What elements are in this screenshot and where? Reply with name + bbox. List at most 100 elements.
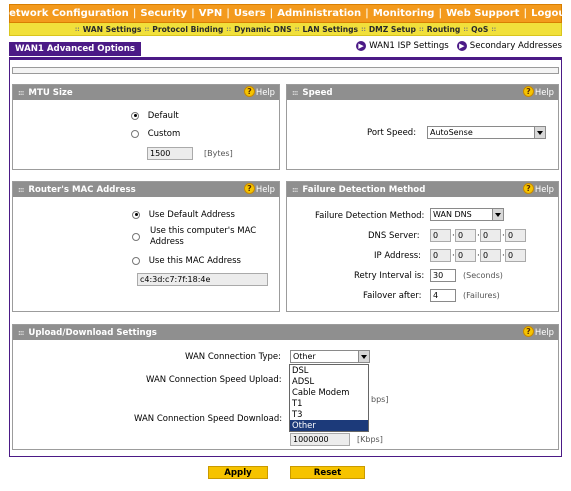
help-icon: ? <box>243 183 255 194</box>
grip-icon: ::: <box>292 185 298 194</box>
subnav-protocol-binding[interactable]: Protocol Binding <box>152 25 223 34</box>
wan1-isp-settings-label: WAN1 ISP Settings <box>369 41 449 51</box>
dropdown-option-adsl[interactable]: ADSL <box>290 376 368 387</box>
help-icon: ? <box>522 86 534 97</box>
nav-network-configuration[interactable]: Network Configuration <box>1 8 129 19</box>
upload-speed-label: WAN Connection Speed Upload: <box>146 375 282 385</box>
failure-panel-title: Failure Detection Method <box>302 184 426 195</box>
page-title: WAN1 Advanced Options <box>9 42 141 56</box>
subnav-wan-settings[interactable]: WAN Settings <box>83 25 142 34</box>
nav-administration[interactable]: Administration <box>277 8 361 19</box>
help-link[interactable]: ? Help <box>522 326 554 337</box>
conn-type-select[interactable]: Other <box>290 350 370 363</box>
dropdown-option-cable-modem[interactable]: Cable Modem <box>290 387 368 398</box>
subnav-dynamic-dns[interactable]: Dynamic DNS <box>234 25 292 34</box>
dropdown-option-t1[interactable]: T1 <box>290 398 368 409</box>
mac-computer-option[interactable] <box>132 227 140 241</box>
arrow-right-icon: ▶ <box>456 41 467 51</box>
panel-header: ::: Router's MAC Address ? Help <box>13 182 279 197</box>
dns-octet-4[interactable]: 0 <box>505 229 526 242</box>
ip-octet-1[interactable]: 0 <box>430 249 451 262</box>
help-link[interactable]: ? Help <box>522 86 554 97</box>
chevron-down-icon <box>492 209 503 220</box>
panel-header: ::: Speed ? Help <box>287 85 558 100</box>
radio-button[interactable] <box>131 129 139 138</box>
help-icon: ? <box>522 183 534 194</box>
panel-header: ::: Upload/Download Settings ? Help <box>13 325 558 340</box>
updown-panel-title: Upload/Download Settings <box>28 327 157 338</box>
speed-panel: ::: Speed ? Help Port Speed: AutoSense <box>286 84 559 170</box>
retry-interval-label: Retry Interval is: <box>354 271 425 281</box>
download-speed-input[interactable]: 1000000 <box>290 433 350 446</box>
radio-button[interactable] <box>132 233 140 241</box>
mac-address-input[interactable]: c4:3d:c7:7f:18:4e <box>137 273 268 286</box>
mtu-value-input[interactable]: 1500 <box>147 147 193 160</box>
secondary-addresses-label: Secondary Addresses <box>469 41 562 51</box>
help-icon: ? <box>243 86 255 97</box>
retry-unit-label: (Seconds) <box>463 271 503 280</box>
help-link[interactable]: ? Help <box>522 183 554 194</box>
secondary-addresses-link[interactable]: ▶ Secondary Addresses <box>456 41 562 51</box>
subnav-lan-settings[interactable]: LAN Settings <box>303 25 359 34</box>
chevron-down-icon <box>358 351 369 362</box>
mtu-unit-label: [Bytes] <box>204 149 233 158</box>
mac-custom-option[interactable]: Use this MAC Address <box>132 256 241 266</box>
radio-button[interactable] <box>132 210 140 219</box>
help-link[interactable]: ? Help <box>243 86 275 97</box>
subnav-dmz-setup[interactable]: DMZ Setup <box>369 25 416 34</box>
help-link[interactable]: ? Help <box>243 183 275 194</box>
port-speed-label: Port Speed: <box>367 128 417 138</box>
nav-web-support[interactable]: Web Support <box>446 8 519 19</box>
nav-security[interactable]: Security <box>140 8 187 19</box>
grip-icon: ::: <box>18 185 24 194</box>
failover-input[interactable]: 4 <box>430 289 456 302</box>
mtu-default-option[interactable]: Default <box>131 111 179 121</box>
help-icon: ? <box>522 326 534 337</box>
dropdown-option-t3[interactable]: T3 <box>290 409 368 420</box>
download-speed-label: WAN Connection Speed Download: <box>134 414 283 424</box>
mac-computer-label: Use this computer's MAC Address <box>150 226 257 247</box>
mtu-size-panel: ::: MTU Size ? Help Default Custom 1500 … <box>12 84 280 170</box>
apply-button[interactable]: Apply <box>208 466 268 479</box>
dns-octet-3[interactable]: 0 <box>480 229 501 242</box>
upload-download-panel: ::: Upload/Download Settings ? Help WAN … <box>12 324 559 450</box>
failure-method-select[interactable]: WAN DNS <box>430 208 504 221</box>
panel-header: ::: MTU Size ? Help <box>13 85 279 100</box>
reset-button[interactable]: Reset <box>290 466 365 479</box>
nav-vpn[interactable]: VPN <box>199 8 222 19</box>
nav-logout[interactable]: Logout <box>531 8 570 19</box>
mtu-custom-option[interactable]: Custom <box>131 129 180 139</box>
ip-octet-3[interactable]: 0 <box>480 249 501 262</box>
conn-type-label: WAN Connection Type: <box>185 352 281 362</box>
chevron-down-icon <box>534 127 545 138</box>
nav-users[interactable]: Users <box>234 8 266 19</box>
grip-icon: ::: <box>18 88 24 97</box>
failover-label: Failover after: <box>363 291 422 301</box>
port-speed-select[interactable]: AutoSense <box>427 126 546 139</box>
subnav-routing[interactable]: Routing <box>427 25 461 34</box>
subnav-qos[interactable]: QoS <box>471 25 488 34</box>
ip-octet-4[interactable]: 0 <box>505 249 526 262</box>
wan1-isp-settings-link[interactable]: ▶ WAN1 ISP Settings <box>356 41 449 51</box>
nav-monitoring[interactable]: Monitoring <box>373 8 435 19</box>
mtu-panel-title: MTU Size <box>28 87 73 98</box>
mac-panel-title: Router's MAC Address <box>28 184 136 195</box>
dropdown-option-other[interactable]: Other <box>290 420 368 431</box>
dns-octet-1[interactable]: 0 <box>430 229 451 242</box>
arrow-right-icon: ▶ <box>356 41 367 51</box>
failover-unit-label: (Failures) <box>463 291 500 300</box>
mac-address-panel: ::: Router's MAC Address ? Help Use Defa… <box>12 181 280 312</box>
failure-detection-panel: ::: Failure Detection Method ? Help Fail… <box>286 181 559 312</box>
dropdown-option-dsl[interactable]: DSL <box>290 365 368 376</box>
ip-octet-2[interactable]: 0 <box>455 249 476 262</box>
dns-server-label: DNS Server: <box>368 231 420 241</box>
grip-icon: ::: <box>18 328 24 337</box>
mac-default-option[interactable]: Use Default Address <box>132 210 235 220</box>
top-nav: | Network Configuration | Security | VPN… <box>1 4 570 23</box>
retry-interval-input[interactable]: 30 <box>430 269 456 282</box>
dns-octet-2[interactable]: 0 <box>455 229 476 242</box>
radio-button[interactable] <box>131 111 139 120</box>
ip-address-label: IP Address: <box>374 251 422 261</box>
radio-button[interactable] <box>132 256 140 265</box>
failure-method-label: Failure Detection Method: <box>315 211 425 221</box>
